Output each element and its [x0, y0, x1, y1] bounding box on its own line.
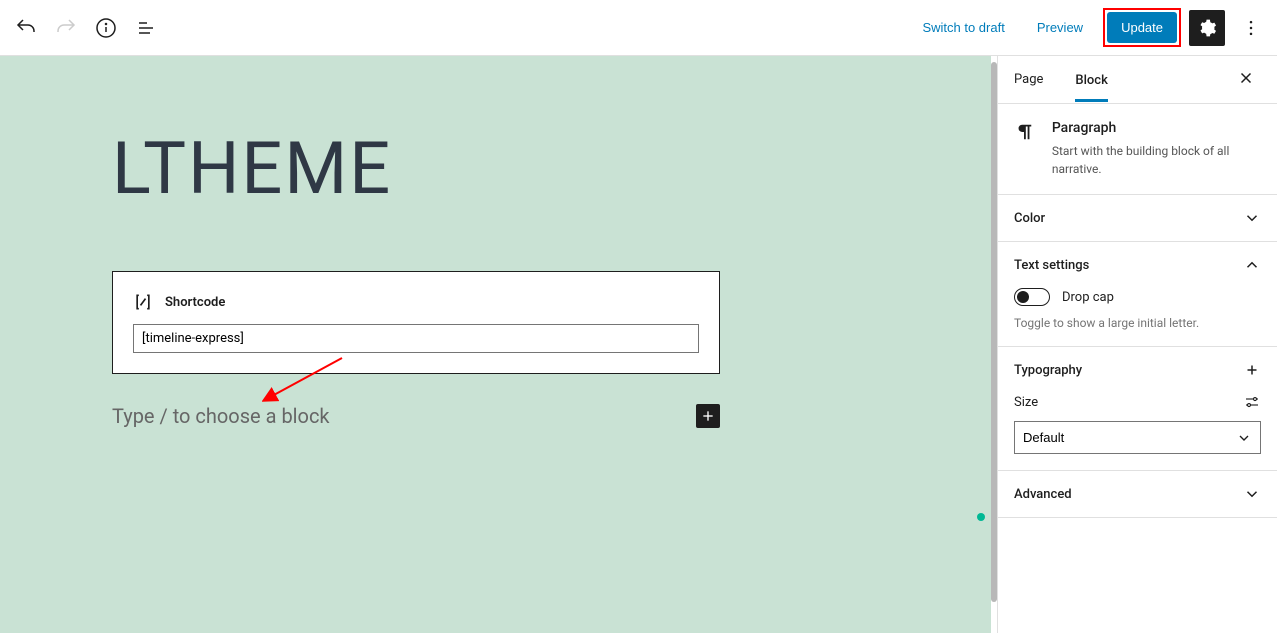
redo-button[interactable]	[48, 10, 84, 46]
undo-icon	[14, 16, 38, 40]
panel-typography: Typography Size Default	[998, 347, 1277, 471]
shortcode-header: Shortcode	[133, 292, 699, 312]
close-icon	[1237, 69, 1255, 87]
toggle-knob	[1017, 291, 1029, 303]
chevron-down-icon	[1243, 485, 1261, 503]
shortcode-label: Shortcode	[165, 295, 225, 310]
paragraph-icon	[1014, 120, 1036, 144]
more-vertical-icon	[1241, 18, 1261, 38]
block-placeholder[interactable]: Type / to choose a block	[112, 404, 696, 428]
panel-advanced: Advanced	[998, 471, 1277, 518]
panel-advanced-header[interactable]: Advanced	[998, 471, 1277, 517]
info-icon	[94, 16, 118, 40]
more-options-button[interactable]	[1233, 10, 1269, 46]
undo-button[interactable]	[8, 10, 44, 46]
drop-cap-label: Drop cap	[1062, 290, 1114, 305]
plus-icon	[1243, 361, 1261, 379]
drop-cap-toggle[interactable]	[1014, 288, 1050, 306]
shortcode-block[interactable]: Shortcode	[112, 271, 720, 374]
settings-button[interactable]	[1189, 10, 1225, 46]
redo-icon	[54, 16, 78, 40]
panel-color-header[interactable]: Color	[998, 195, 1277, 241]
canvas-content: LTHEME Shortcode Type / to choose a bloc…	[112, 126, 832, 428]
shortcode-icon	[133, 292, 153, 312]
plus-icon	[700, 408, 716, 424]
drop-cap-row: Drop cap	[1014, 288, 1261, 306]
info-button[interactable]	[88, 10, 124, 46]
switch-to-draft-button[interactable]: Switch to draft	[910, 12, 1016, 43]
outline-icon	[134, 16, 158, 40]
panel-color-label: Color	[1014, 211, 1045, 226]
status-dot	[977, 513, 985, 521]
outline-button[interactable]	[128, 10, 164, 46]
preview-button[interactable]: Preview	[1025, 12, 1095, 43]
shortcode-input[interactable]	[133, 324, 699, 353]
gear-icon	[1197, 18, 1217, 38]
panel-text-body: Drop cap Toggle to show a large initial …	[998, 288, 1277, 346]
panel-advanced-label: Advanced	[1014, 487, 1072, 502]
toolbar-left	[8, 10, 164, 46]
panel-color: Color	[998, 195, 1277, 242]
editor-canvas: LTHEME Shortcode Type / to choose a bloc…	[0, 56, 991, 633]
drop-cap-help: Toggle to show a large initial letter.	[1014, 316, 1261, 330]
close-sidebar-button[interactable]	[1231, 63, 1261, 96]
block-name: Paragraph	[1052, 120, 1261, 136]
size-label: Size	[1014, 395, 1038, 410]
panel-typography-label: Typography	[1014, 363, 1082, 378]
update-highlight: Update	[1103, 8, 1181, 47]
block-info: Paragraph Start with the building block …	[998, 104, 1277, 195]
block-placeholder-row: Type / to choose a block	[112, 404, 720, 428]
panel-typography-header[interactable]: Typography	[998, 347, 1277, 393]
panel-text-label: Text settings	[1014, 258, 1089, 273]
block-desc: Start with the building block of all nar…	[1052, 142, 1261, 178]
size-select[interactable]: Default	[1014, 421, 1261, 454]
tab-block[interactable]: Block	[1075, 59, 1107, 102]
update-button[interactable]: Update	[1107, 12, 1177, 43]
editor-layout: LTHEME Shortcode Type / to choose a bloc…	[0, 56, 1277, 633]
panel-text-settings: Text settings Drop cap Toggle to show a …	[998, 242, 1277, 347]
size-row: Size	[1014, 393, 1261, 411]
panel-text-header[interactable]: Text settings	[998, 242, 1277, 288]
block-info-text: Paragraph Start with the building block …	[1052, 120, 1261, 178]
editor-toolbar: Switch to draft Preview Update	[0, 0, 1277, 56]
add-block-button[interactable]	[696, 404, 720, 428]
chevron-up-icon	[1243, 256, 1261, 274]
sidebar-tabs: Page Block	[998, 56, 1277, 104]
sliders-icon[interactable]	[1243, 393, 1261, 411]
tab-page[interactable]: Page	[1014, 58, 1043, 101]
page-title[interactable]: LTHEME	[112, 126, 832, 211]
chevron-down-icon	[1243, 209, 1261, 227]
panel-typography-body: Size Default	[998, 393, 1277, 470]
toolbar-right: Switch to draft Preview Update	[910, 8, 1269, 47]
settings-sidebar: Page Block Paragraph Start with the buil…	[997, 56, 1277, 633]
